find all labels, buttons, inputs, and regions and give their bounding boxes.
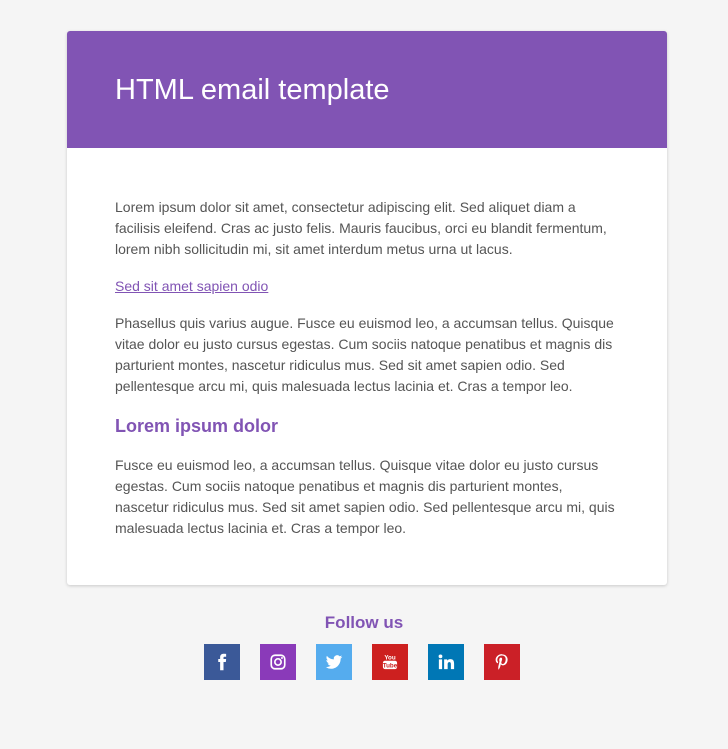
follow-section: Follow us: [0, 613, 728, 633]
facebook-icon: [218, 653, 227, 671]
email-header: HTML email template: [67, 31, 667, 148]
email-body: Lorem ipsum dolor sit amet, consectetur …: [115, 197, 620, 539]
twitter-button[interactable]: [316, 644, 352, 680]
body-paragraph-2: Phasellus quis varius augue. Fusce eu eu…: [115, 315, 614, 394]
youtube-icon: You Tube: [383, 655, 398, 670]
facebook-button[interactable]: [204, 644, 240, 680]
pinterest-button[interactable]: [484, 644, 520, 680]
body-paragraph-3: Fusce eu euismod leo, a accumsan tellus.…: [115, 457, 615, 536]
youtube-button[interactable]: You Tube: [372, 644, 408, 680]
linkedin-icon: [438, 654, 455, 670]
svg-text:You: You: [384, 655, 396, 662]
section-heading: Lorem ipsum dolor: [115, 416, 279, 436]
instagram-icon: [270, 654, 286, 670]
instagram-button[interactable]: [260, 644, 296, 680]
social-links: You Tube: [204, 644, 524, 680]
pinterest-icon: [495, 654, 508, 670]
twitter-icon: [325, 655, 343, 669]
email-card: HTML email template Lorem ipsum dolor si…: [67, 31, 667, 585]
linkedin-button[interactable]: [428, 644, 464, 680]
body-paragraph-1: Lorem ipsum dolor sit amet, consectetur …: [115, 199, 607, 257]
svg-text:Tube: Tube: [383, 663, 398, 670]
follow-title: Follow us: [324, 613, 404, 632]
body-link[interactable]: Sed sit amet sapien odio: [115, 276, 268, 297]
email-title: HTML email template: [115, 74, 390, 106]
